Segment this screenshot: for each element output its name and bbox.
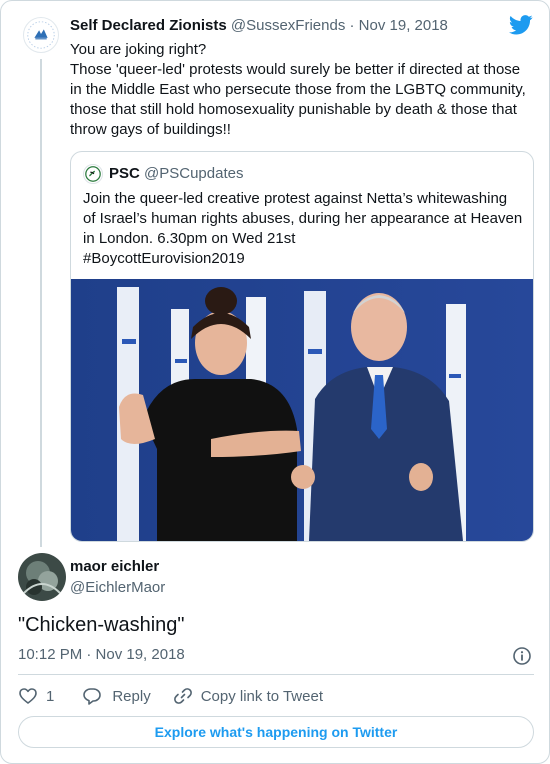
like-count: 1 bbox=[46, 687, 55, 705]
parent-author-name[interactable]: Self Declared Zionists bbox=[70, 17, 227, 34]
explore-twitter-button[interactable]: Explore what's happening on Twitter bbox=[18, 716, 534, 748]
copy-link-button[interactable]: Copy link to Tweet bbox=[173, 686, 323, 706]
parent-tweet-header: Self Declared Zionists @SussexFriends · … bbox=[70, 17, 448, 34]
link-icon bbox=[173, 688, 192, 704]
speech-bubble-icon bbox=[83, 688, 102, 705]
parent-author-avatar[interactable] bbox=[23, 17, 59, 53]
tweet-text: "Chicken-washing" bbox=[18, 614, 185, 636]
quoted-tweet-text: Join the queer-led creative protest agai… bbox=[83, 190, 523, 267]
author-name[interactable]: maor eichler bbox=[70, 558, 159, 575]
header-separator: · bbox=[349, 17, 355, 34]
tweet-actions: 1 Reply Copy link to Tweet bbox=[18, 685, 323, 707]
parent-tweet-text: You are joking right? Those 'queer-led' … bbox=[70, 41, 526, 138]
quoted-author-handle: @PSCupdates bbox=[144, 165, 244, 182]
divider bbox=[18, 674, 534, 675]
author-avatar[interactable] bbox=[18, 553, 66, 601]
quoted-tweet-header: PSC @PSCupdates bbox=[109, 165, 243, 182]
reply-label: Reply bbox=[112, 687, 151, 705]
like-button[interactable]: 1 bbox=[18, 686, 54, 706]
tweet-embed-card: Self Declared Zionists @SussexFriends · … bbox=[0, 0, 550, 764]
twitter-bird-icon[interactable] bbox=[509, 15, 533, 35]
tweet-timestamp[interactable]: 10:12 PM · Nov 19, 2018 bbox=[18, 646, 185, 663]
heart-icon bbox=[19, 688, 37, 704]
parent-author-handle[interactable]: @SussexFriends bbox=[231, 17, 345, 34]
quoted-author-avatar bbox=[83, 164, 103, 184]
thread-connector-line bbox=[40, 59, 42, 547]
copy-link-label: Copy link to Tweet bbox=[200, 687, 323, 705]
parent-tweet-date[interactable]: Nov 19, 2018 bbox=[359, 17, 448, 34]
info-icon[interactable] bbox=[512, 646, 532, 666]
reply-button[interactable]: Reply bbox=[82, 686, 151, 706]
quoted-author-name: PSC bbox=[109, 165, 140, 182]
quoted-tweet-photo[interactable] bbox=[71, 279, 533, 541]
author-handle[interactable]: @EichlerMaor bbox=[70, 579, 165, 596]
quoted-tweet[interactable]: PSC @PSCupdates Join the queer-led creat… bbox=[70, 151, 534, 542]
